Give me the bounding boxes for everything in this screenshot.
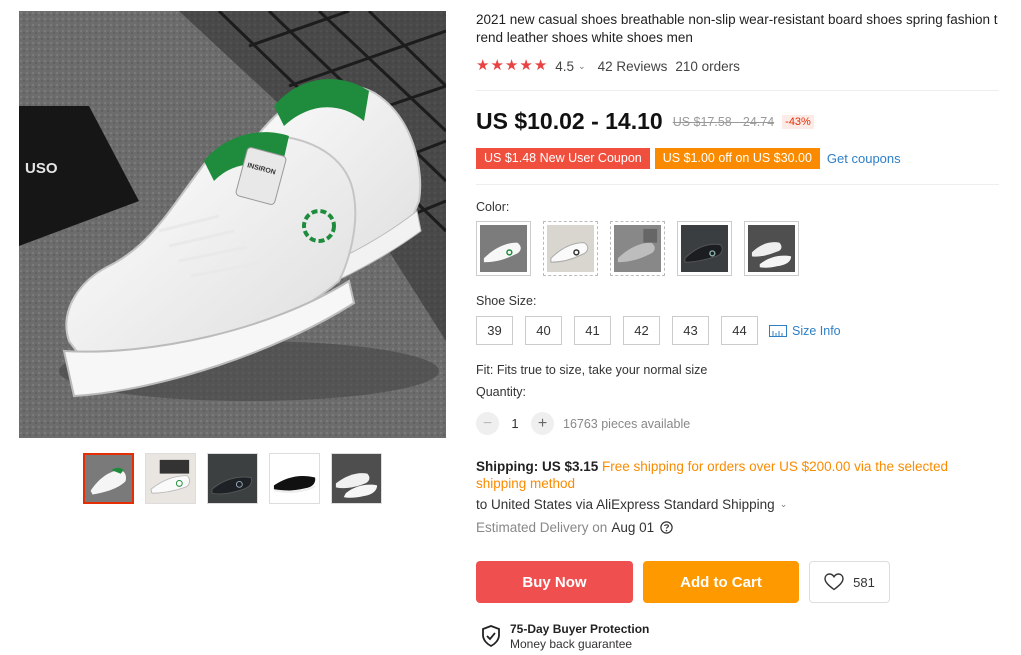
coupon-row: US $1.48 New User Coupon US $1.00 off on… [476, 148, 901, 169]
discount-badge: -43% [782, 114, 814, 129]
original-price: US $17.58 - 24.74 [672, 114, 775, 129]
store-coupon[interactable]: US $1.00 off on US $30.00 [654, 148, 820, 169]
protection-title: 75-Day Buyer Protection [510, 622, 650, 636]
product-title: 2021 new casual shoes breathable non-sli… [476, 12, 998, 45]
divider [476, 184, 999, 185]
buyer-protection: 75-Day Buyer Protection Money back guara… [481, 622, 649, 652]
rating-row: ★ ★ ★ ★ ★ 4.5 ⌄ 42 Reviews 210 orders [476, 58, 740, 74]
size-option-43[interactable]: 43 [672, 316, 709, 345]
color-option-1-image [480, 225, 527, 272]
color-option-3[interactable] [610, 221, 665, 276]
delivery-date: Aug 01 [611, 520, 655, 535]
add-to-cart-button[interactable]: Add to Cart [643, 561, 799, 603]
increase-quantity-button[interactable]: + [531, 412, 554, 435]
star-icon: ★ [476, 57, 490, 74]
divider [476, 90, 999, 91]
reviews-link[interactable]: 42 Reviews [598, 59, 668, 74]
current-price: US $10.02 - 14.10 [476, 108, 663, 134]
fit-text: Fit: Fits true to size, take your normal… [476, 363, 708, 377]
shipping-cost: Shipping: US $3.15 [476, 459, 599, 474]
color-option-5-image [748, 225, 795, 272]
wishlist-button[interactable]: 581 [809, 561, 890, 603]
decrease-quantity-button[interactable]: − [476, 412, 499, 435]
thumbnail-1[interactable] [83, 453, 134, 504]
thumbnail-3-image [208, 454, 257, 503]
delivery-label: Estimated Delivery on [476, 520, 608, 535]
ruler-icon [769, 324, 787, 337]
color-option-4[interactable] [677, 221, 732, 276]
thumbnail-2-image [146, 454, 195, 503]
orders-count: 210 orders [675, 58, 740, 74]
color-option-4-image [681, 225, 728, 272]
color-label: Color: [476, 200, 510, 214]
wishlist-count: 581 [853, 574, 875, 590]
chevron-down-icon[interactable]: ⌄ [578, 61, 586, 72]
thumbnail-strip [83, 453, 382, 504]
star-icon: ★ [533, 57, 548, 74]
color-options [476, 221, 799, 276]
thumbnail-2[interactable] [145, 453, 196, 504]
rating-value[interactable]: 4.5 [555, 59, 574, 74]
shipping-destination: to United States via AliExpress Standard… [476, 497, 775, 512]
star-icon: ★ [519, 57, 533, 74]
thumbnail-4-image [270, 454, 319, 503]
heart-icon [824, 573, 844, 591]
quantity-stepper: − 1 + 16763 pieces available [476, 412, 690, 435]
color-option-3-image [614, 225, 661, 272]
stock-available: 16763 pieces available [563, 416, 691, 431]
color-option-5[interactable] [744, 221, 799, 276]
action-buttons: Buy Now Add to Cart 581 [476, 561, 890, 603]
help-icon[interactable] [660, 521, 673, 534]
size-options: 39 40 41 42 43 44 Size Info [476, 316, 841, 345]
size-option-41[interactable]: 41 [574, 316, 611, 345]
buy-now-button[interactable]: Buy Now [476, 561, 633, 603]
quantity-label: Quantity: [476, 385, 527, 399]
color-option-2-image [547, 225, 594, 272]
size-info-link[interactable]: Size Info [769, 324, 841, 338]
size-option-44[interactable]: 44 [721, 316, 758, 345]
size-option-40[interactable]: 40 [525, 316, 562, 345]
star-rating[interactable]: ★ ★ ★ ★ ★ [476, 58, 547, 74]
shipping-destination-selector[interactable]: to United States via AliExpress Standard… [476, 497, 799, 512]
color-option-2[interactable] [543, 221, 598, 276]
product-photo: USO INSIRON [19, 11, 446, 438]
thumbnail-4[interactable] [269, 453, 320, 504]
size-option-42[interactable]: 42 [623, 316, 660, 345]
chevron-down-icon: ⌄ [779, 499, 788, 509]
bag-logo-text: USO [25, 160, 58, 177]
thumbnail-1-image [85, 455, 132, 502]
color-option-1[interactable] [476, 221, 531, 276]
main-product-image[interactable]: USO INSIRON [19, 11, 446, 438]
thumbnail-5-image [332, 454, 381, 503]
star-icon: ★ [490, 57, 504, 74]
protection-subtitle: Money back guarantee [510, 637, 633, 651]
quantity-input[interactable]: 1 [499, 416, 531, 431]
size-info-label: Size Info [792, 323, 841, 338]
size-label: Shoe Size: [476, 294, 537, 308]
new-user-coupon[interactable]: US $1.48 New User Coupon [476, 148, 650, 169]
estimated-delivery: Estimated Delivery on Aug 01 [476, 520, 673, 535]
thumbnail-5[interactable] [331, 453, 382, 504]
shield-check-icon [482, 625, 500, 647]
thumbnail-3[interactable] [207, 453, 258, 504]
star-icon: ★ [504, 57, 519, 74]
size-option-39[interactable]: 39 [476, 316, 513, 345]
shipping-info: Shipping: US $3.15 Free shipping for ord… [476, 458, 976, 492]
price-row: US $10.02 - 14.10 US $17.58 - 24.74 -43% [476, 108, 814, 135]
get-coupons-link[interactable]: Get coupons [827, 151, 901, 166]
